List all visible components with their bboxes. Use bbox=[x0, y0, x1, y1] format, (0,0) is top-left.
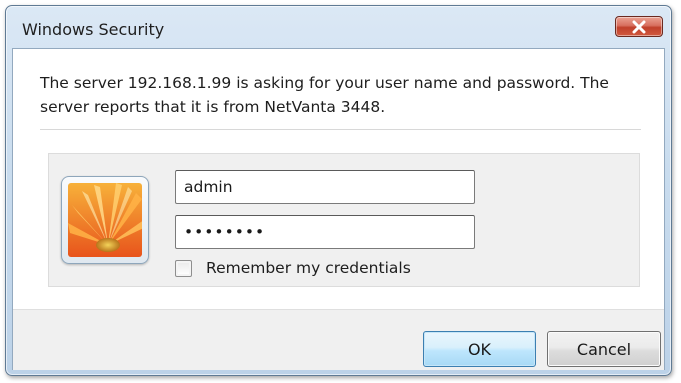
dialog-body: The server 192.168.1.99 is asking for yo… bbox=[12, 48, 665, 370]
credential-panel: Remember my credentials bbox=[48, 153, 640, 287]
close-button[interactable] bbox=[615, 16, 663, 37]
button-bar: OK Cancel bbox=[13, 309, 664, 370]
close-icon bbox=[632, 20, 646, 33]
user-tile-flower-icon bbox=[68, 183, 142, 257]
window-title: Windows Security bbox=[22, 20, 165, 39]
title-bar[interactable]: Windows Security bbox=[6, 6, 671, 46]
remember-label: Remember my credentials bbox=[206, 259, 411, 277]
user-tile bbox=[61, 176, 149, 264]
remember-credentials-option[interactable]: Remember my credentials bbox=[175, 257, 411, 279]
ok-button[interactable]: OK bbox=[423, 331, 536, 367]
cancel-button[interactable]: Cancel bbox=[547, 331, 661, 367]
remember-checkbox[interactable] bbox=[175, 259, 192, 277]
windows-security-dialog: Windows Security The server 192.168.1.99… bbox=[5, 5, 672, 376]
server-message: The server 192.168.1.99 is asking for yo… bbox=[40, 74, 609, 116]
password-field[interactable] bbox=[175, 215, 475, 249]
separator bbox=[40, 129, 641, 130]
username-field[interactable] bbox=[175, 170, 475, 204]
